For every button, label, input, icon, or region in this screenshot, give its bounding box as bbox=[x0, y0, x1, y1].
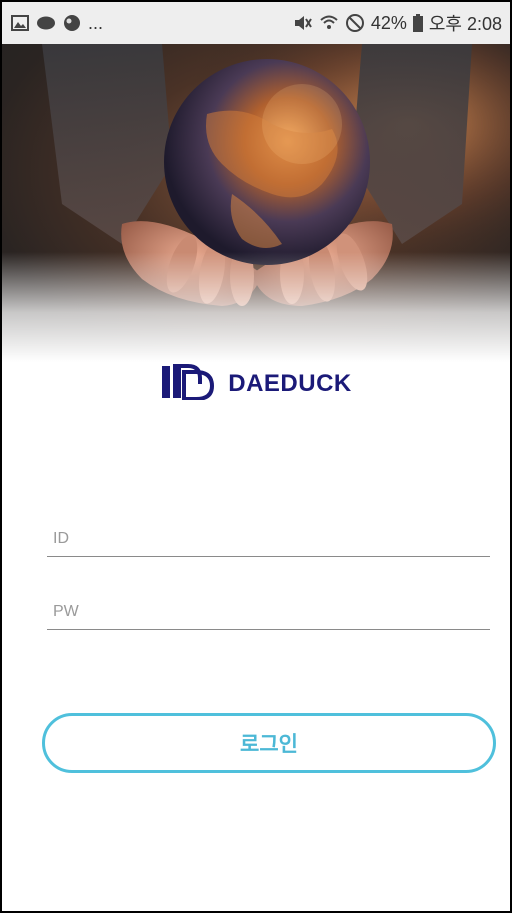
battery-percent: 42% bbox=[370, 12, 407, 33]
app-icon bbox=[62, 13, 82, 33]
hero-image bbox=[2, 44, 510, 362]
login-button[interactable]: 로그인 bbox=[42, 713, 496, 773]
id-field-container bbox=[47, 522, 490, 557]
id-input[interactable] bbox=[47, 522, 490, 556]
login-button-label: 로그인 bbox=[240, 732, 298, 756]
status-time: 오후 2:08 bbox=[428, 14, 502, 34]
status-left: ... bbox=[10, 13, 103, 34]
app-screen: ... 42% 오후 2:08 DAEDUCK ID 로그인 bbox=[0, 0, 512, 913]
hero-fade bbox=[2, 252, 510, 362]
password-input[interactable] bbox=[47, 595, 490, 629]
status-right: 42% 오후 2:08 bbox=[293, 10, 502, 36]
company-logo: DAEDUCK bbox=[2, 364, 510, 404]
status-overflow: ... bbox=[88, 12, 104, 33]
pw-field-container bbox=[47, 595, 490, 630]
wifi-icon bbox=[319, 13, 339, 33]
logo-text: DAEDUCK bbox=[228, 370, 352, 397]
image-icon bbox=[10, 13, 30, 33]
mute-icon bbox=[293, 13, 313, 33]
chat-bubble-icon bbox=[36, 13, 56, 33]
battery-icon bbox=[412, 13, 423, 33]
daeduck-logo-icon bbox=[160, 364, 215, 404]
status-bar: ... 42% 오후 2:08 bbox=[2, 2, 510, 44]
do-not-disturb-icon bbox=[345, 13, 365, 33]
